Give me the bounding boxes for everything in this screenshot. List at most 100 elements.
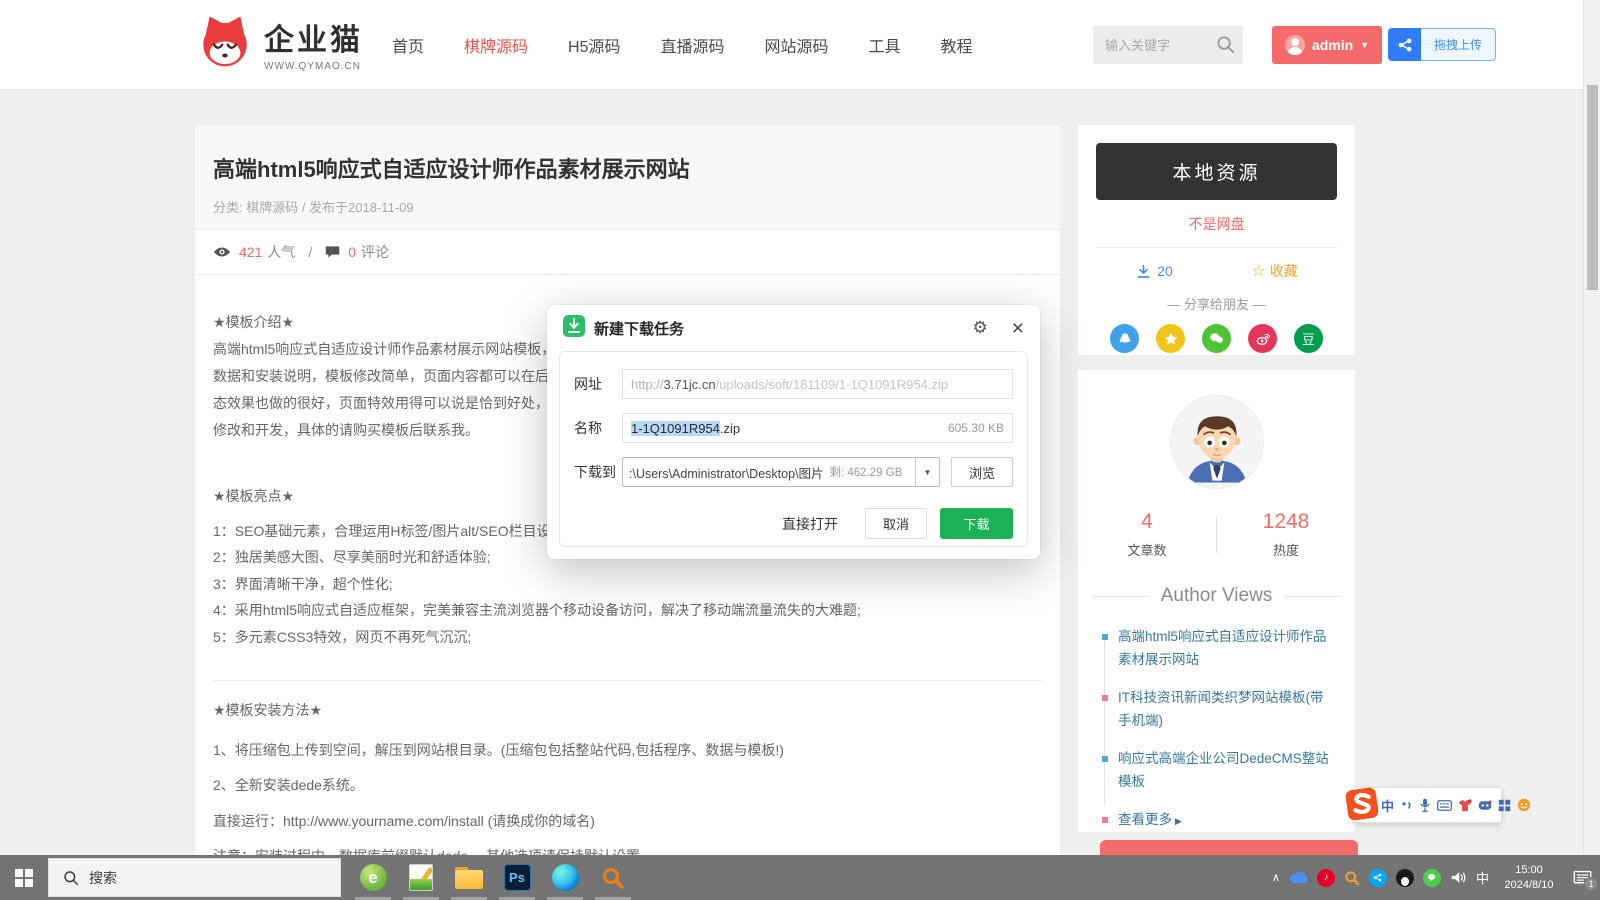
download-icon (1135, 263, 1152, 280)
destination-dropdown-arrow[interactable]: ▼ (915, 458, 939, 486)
close-icon[interactable]: × (1012, 318, 1024, 339)
cat-logo-icon (196, 12, 254, 75)
taskbar-app-image-viewer[interactable] (397, 855, 445, 900)
article-meta: 分类: 棋牌源码 / 发布于2018-11-09 (213, 197, 1042, 216)
search-icon[interactable] (1216, 35, 1235, 59)
ime-festival-icon[interactable] (1517, 798, 1531, 812)
open-direct-button[interactable]: 直接打开 (782, 514, 838, 534)
ime-lang-toggle[interactable]: 中 (1381, 796, 1394, 815)
taskbar-app-edge[interactable] (541, 855, 589, 900)
paragraph: 5：多元素CSS3特效，网页不再死气沉沉; (213, 624, 1042, 651)
destination-field[interactable]: :\Users\Administrator\Desktop\图片 剩: 462.… (622, 457, 940, 487)
nav-item-website[interactable]: 网站源码 (765, 33, 829, 57)
taskbar-search-box[interactable]: 搜索 (48, 858, 341, 897)
taskbar-app-file-explorer[interactable] (445, 855, 493, 900)
nav-item-live[interactable]: 直播源码 (661, 33, 725, 57)
screen: 企业猫 WWW.QYMAO.CN 首页 棋牌源码 H5源码 直播源码 网站源码 … (0, 0, 1600, 900)
site-logo[interactable]: 企业猫 WWW.QYMAO.CN (196, 12, 363, 75)
tray-cloud-icon[interactable] (1289, 871, 1308, 884)
ime-keyboard-icon[interactable] (1437, 800, 1452, 811)
free-space: 剩: 462.29 GB (830, 464, 903, 480)
admin-label: admin (1312, 37, 1353, 53)
ime-punctuation-icon[interactable] (1400, 799, 1413, 812)
sidebar-red-button[interactable] (1100, 840, 1358, 856)
taskbar-app-photoshop[interactable]: Ps (493, 855, 541, 900)
taskbar-app-search-tool[interactable] (589, 855, 637, 900)
tray-ime-indicator[interactable]: 中 (1476, 868, 1489, 887)
nav-item-qipai[interactable]: 棋牌源码 (464, 33, 528, 57)
favorite-button[interactable]: ☆ 收藏 (1251, 261, 1297, 281)
logo-title: 企业猫 (264, 15, 363, 59)
share-qq-icon[interactable] (1110, 324, 1139, 353)
name-row: 名称 1-1Q1091R954.zip 605.30 KB (574, 413, 1013, 443)
orange-magnifier-icon (601, 866, 625, 890)
avatar[interactable] (1171, 396, 1263, 488)
share-wechat-icon[interactable] (1202, 324, 1231, 353)
tray-wechat-icon[interactable] (1423, 869, 1441, 887)
destination-path: :\Users\Administrator\Desktop\图片 (623, 463, 830, 482)
share-qzone-icon[interactable] (1156, 324, 1185, 353)
local-resource-button[interactable]: 本地资源 (1096, 143, 1337, 200)
paragraph: 直接运行：http://www.yourname.com/install (请换… (213, 804, 1042, 840)
url-field[interactable]: http://3.71jc.cn/uploads/soft/181109/1-1… (622, 369, 1013, 399)
not-netdisk-label: 不是网盘 (1096, 214, 1337, 234)
list-item[interactable]: IT科技资讯新闻类织梦网站模板(带手机端) (1102, 686, 1333, 732)
header-search (1093, 26, 1243, 64)
share-node-icon (1388, 28, 1421, 61)
tray-expand-icon[interactable]: ∧ (1272, 871, 1280, 884)
search-icon (63, 870, 79, 886)
comments-label: 评论 (361, 242, 389, 262)
view-more-link[interactable]: 查看更多▶ (1102, 808, 1333, 833)
views-label: 人气 (267, 242, 295, 262)
taskbar-clock[interactable]: 15:00 2024/8/10 (1498, 863, 1560, 893)
filename-field[interactable]: 1-1Q1091R954.zip 605.30 KB (622, 413, 1013, 443)
nav-item-tools[interactable]: 工具 (869, 33, 901, 57)
ime-toolbox-icon[interactable] (1498, 799, 1511, 812)
cancel-button[interactable]: 取消 (865, 508, 927, 539)
eye-icon (213, 246, 231, 258)
notification-badge: 1 (1584, 877, 1598, 891)
paragraph: ★模板安装方法★ (213, 693, 1042, 729)
articles-label: 文章数 (1078, 540, 1216, 559)
nav-item-tutorial[interactable]: 教程 (941, 33, 973, 57)
site-header: 企业猫 WWW.QYMAO.CN 首页 棋牌源码 H5源码 直播源码 网站源码 … (0, 0, 1600, 90)
sogou-logo-icon[interactable] (1343, 785, 1381, 828)
page-scrollbar[interactable] (1583, 0, 1600, 855)
sogou-ime-bar: 中 (1352, 787, 1502, 823)
nav-item-home[interactable]: 首页 (392, 33, 424, 57)
download-button[interactable]: 下载 (940, 508, 1013, 539)
destination-label: 下载到 (574, 462, 622, 482)
taskbar-app-browser360[interactable]: e (349, 855, 397, 900)
articles-count: 4 (1078, 510, 1216, 534)
scrollbar-thumb[interactable] (1587, 85, 1598, 290)
drag-upload-button[interactable]: 拖拽上传 (1388, 28, 1496, 61)
list-item[interactable]: 响应式高端企业公司DedeCMS整站模板 (1102, 747, 1333, 793)
share-douban-icon[interactable]: 豆 (1294, 324, 1323, 353)
paragraph: 2、全新安装dede系统。 (213, 768, 1042, 804)
tray-volume-icon[interactable] (1450, 870, 1467, 885)
new-download-task-dialog: 新建下载任务 ⚙ × 网址 http://3.71jc.cn/uploads/s… (547, 305, 1040, 559)
ime-emoji-icon[interactable] (1478, 800, 1492, 811)
list-item[interactable]: 高端html5响应式自适应设计师作品素材展示网站 (1102, 625, 1333, 671)
nav-item-h5[interactable]: H5源码 (568, 33, 620, 57)
download-app-icon (563, 315, 585, 342)
ime-mic-icon[interactable] (1419, 798, 1431, 812)
browse-button[interactable]: 浏览 (951, 457, 1013, 487)
tray-netease-music-icon[interactable]: ♪ (1317, 869, 1335, 887)
paragraph: 注意：安装过程中，数据库前缀默认dede ，其他选项请保持默认设置。 (213, 839, 1042, 855)
start-button[interactable] (0, 855, 48, 900)
main-nav: 首页 棋牌源码 H5源码 直播源码 网站源码 工具 教程 (392, 0, 973, 90)
action-center-icon[interactable]: 1 (1573, 870, 1592, 886)
tray-qq-icon[interactable] (1396, 869, 1414, 887)
admin-button[interactable]: admin ▼ (1272, 26, 1382, 64)
tray-baidu-netdisk-icon[interactable] (1369, 869, 1387, 887)
tray-magnifier-icon[interactable] (1344, 870, 1360, 886)
gear-icon[interactable]: ⚙ (972, 318, 987, 338)
dialog-actions: 直接打开 取消 下载 (574, 508, 1013, 539)
download-favorite-row: 20 ☆ 收藏 (1096, 261, 1337, 281)
dialog-titlebar: 新建下载任务 ⚙ × (547, 305, 1040, 351)
page-title: 高端html5响应式自适应设计师作品素材展示网站 (213, 152, 1042, 184)
share-weibo-icon[interactable] (1248, 324, 1277, 353)
dialog-body: 网址 http://3.71jc.cn/uploads/soft/181109/… (559, 351, 1028, 547)
ime-skin-icon[interactable] (1458, 799, 1472, 812)
